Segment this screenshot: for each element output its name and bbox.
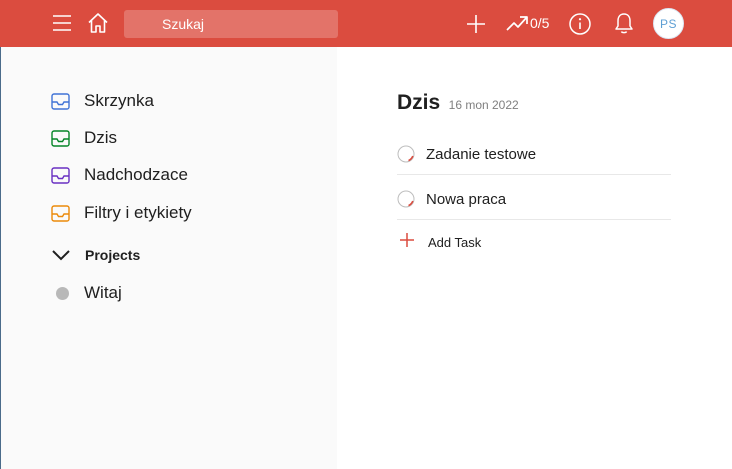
avatar-initials: PS bbox=[659, 16, 677, 31]
inbox-icon bbox=[51, 129, 70, 147]
projects-toggle[interactable]: Projects bbox=[51, 245, 140, 265]
sidebar-item-today[interactable]: Dzis bbox=[51, 126, 117, 150]
sidebar-item-label: Filtry i etykiety bbox=[84, 203, 192, 222]
sidebar-item-label: Skrzynka bbox=[84, 91, 154, 110]
sidebar-item-filters[interactable]: Filtry i etykiety bbox=[51, 201, 192, 225]
bell-icon[interactable] bbox=[613, 11, 635, 35]
sidebar-item-inbox[interactable]: Skrzynka bbox=[51, 89, 154, 113]
karma-counter[interactable]: 0/5 bbox=[530, 15, 549, 31]
inbox-icon bbox=[51, 92, 70, 110]
chevron-down-icon bbox=[52, 250, 70, 261]
info-icon[interactable] bbox=[568, 12, 592, 36]
task-row[interactable]: Nowa praca bbox=[397, 176, 671, 220]
page-date: 16 mon 2022 bbox=[448, 98, 519, 112]
inbox-icon bbox=[51, 166, 70, 184]
task-checkbox[interactable] bbox=[397, 190, 415, 208]
task-checkbox[interactable] bbox=[397, 145, 415, 163]
sidebar-item-label: Nadchodzace bbox=[84, 165, 188, 184]
trend-up-icon[interactable] bbox=[505, 14, 529, 32]
home-icon[interactable] bbox=[86, 11, 110, 35]
plus-icon bbox=[400, 233, 414, 247]
page-header: Dzis 16 mon 2022 bbox=[397, 91, 519, 115]
search-input[interactable] bbox=[124, 10, 338, 38]
sidebar: Skrzynka Dzis Nadchodzace Filtry i etyki… bbox=[0, 47, 337, 469]
add-task-label: Add Task bbox=[428, 235, 482, 250]
project-item-witaj[interactable]: Witaj bbox=[56, 283, 122, 303]
top-bar: 0/5 PS bbox=[0, 0, 732, 47]
sidebar-item-label: Dzis bbox=[84, 128, 118, 147]
task-row[interactable]: Zadanie testowe bbox=[397, 131, 671, 175]
search-box[interactable] bbox=[124, 10, 338, 38]
avatar[interactable]: PS bbox=[653, 8, 684, 39]
plus-icon[interactable] bbox=[465, 13, 487, 35]
project-label: Witaj bbox=[84, 283, 122, 302]
inbox-icon bbox=[51, 204, 70, 222]
main-content: Dzis 16 mon 2022 Zadanie testowe Nowa pr… bbox=[337, 47, 732, 469]
project-color-dot bbox=[56, 286, 69, 300]
task-text[interactable]: Zadanie testowe bbox=[426, 146, 536, 163]
task-text[interactable]: Nowa praca bbox=[426, 191, 506, 208]
hamburger-icon[interactable] bbox=[52, 14, 72, 32]
page-title: Dzis bbox=[397, 91, 441, 114]
projects-label: Projects bbox=[85, 247, 141, 263]
sidebar-item-upcoming[interactable]: Nadchodzace bbox=[51, 163, 188, 187]
